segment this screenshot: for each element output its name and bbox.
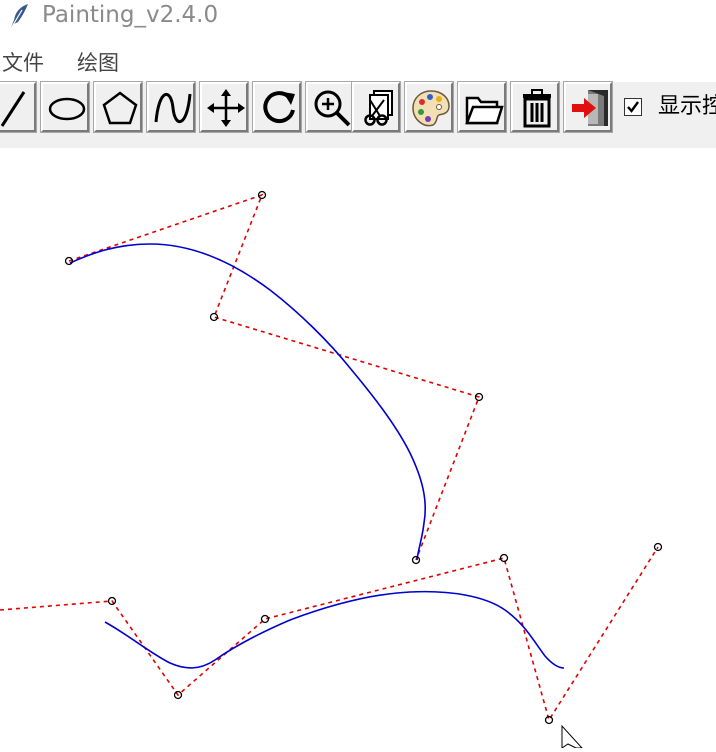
polygon-icon — [102, 91, 138, 125]
toolbar: 显示控 — [0, 81, 716, 148]
exit-icon — [572, 90, 608, 126]
clip-tool-button[interactable] — [351, 81, 401, 133]
rotate-tool-button[interactable] — [252, 81, 302, 133]
drawing-canvas[interactable] — [0, 148, 716, 749]
zoom-tool-button[interactable] — [305, 81, 355, 133]
palette-icon — [412, 90, 450, 127]
curve-icon — [154, 92, 192, 124]
line-tool-button[interactable] — [0, 81, 37, 133]
ellipse-tool-button[interactable] — [40, 81, 90, 133]
mouse-cursor-icon — [561, 724, 584, 749]
bezier-curve-1[interactable] — [64, 190, 484, 565]
exit-tool-button[interactable] — [563, 81, 613, 133]
feather-icon — [9, 4, 28, 31]
clear-tool-button[interactable] — [510, 81, 560, 133]
scissors-icon — [364, 90, 393, 126]
curve-tool-button[interactable] — [146, 81, 196, 133]
window-title: Painting_v2.4.0 — [42, 2, 219, 28]
color-tool-button[interactable] — [404, 81, 454, 133]
menu-draw[interactable]: 绘图 — [77, 48, 119, 78]
control-points-2[interactable] — [107, 542, 663, 725]
curve-path-2 — [104, 590, 565, 669]
control-polygon-2 — [0, 546, 659, 722]
curve-path-1 — [69, 243, 427, 561]
bezier-curve-2[interactable] — [0, 542, 663, 725]
control-points-1[interactable] — [64, 190, 484, 565]
move-tool-button[interactable] — [199, 81, 249, 133]
title-bar: Painting_v2.4.0 — [0, 0, 716, 34]
folder-icon — [465, 96, 504, 125]
menu-file[interactable]: 文件 — [2, 48, 44, 78]
open-tool-button[interactable] — [457, 81, 507, 133]
zoom-icon — [314, 90, 351, 127]
move-icon — [207, 89, 245, 127]
checkbox-box[interactable] — [624, 98, 642, 116]
checkmark-icon — [627, 101, 639, 113]
menu-bar: 文件 绘图 — [0, 44, 716, 80]
rotate-icon — [263, 91, 295, 124]
ellipse-icon — [48, 97, 86, 121]
trash-icon — [523, 89, 551, 128]
line-icon — [0, 91, 26, 127]
polygon-tool-button[interactable] — [93, 81, 143, 133]
show-control-points-label: 显示控 — [658, 94, 716, 119]
control-polygon-1 — [68, 193, 481, 561]
